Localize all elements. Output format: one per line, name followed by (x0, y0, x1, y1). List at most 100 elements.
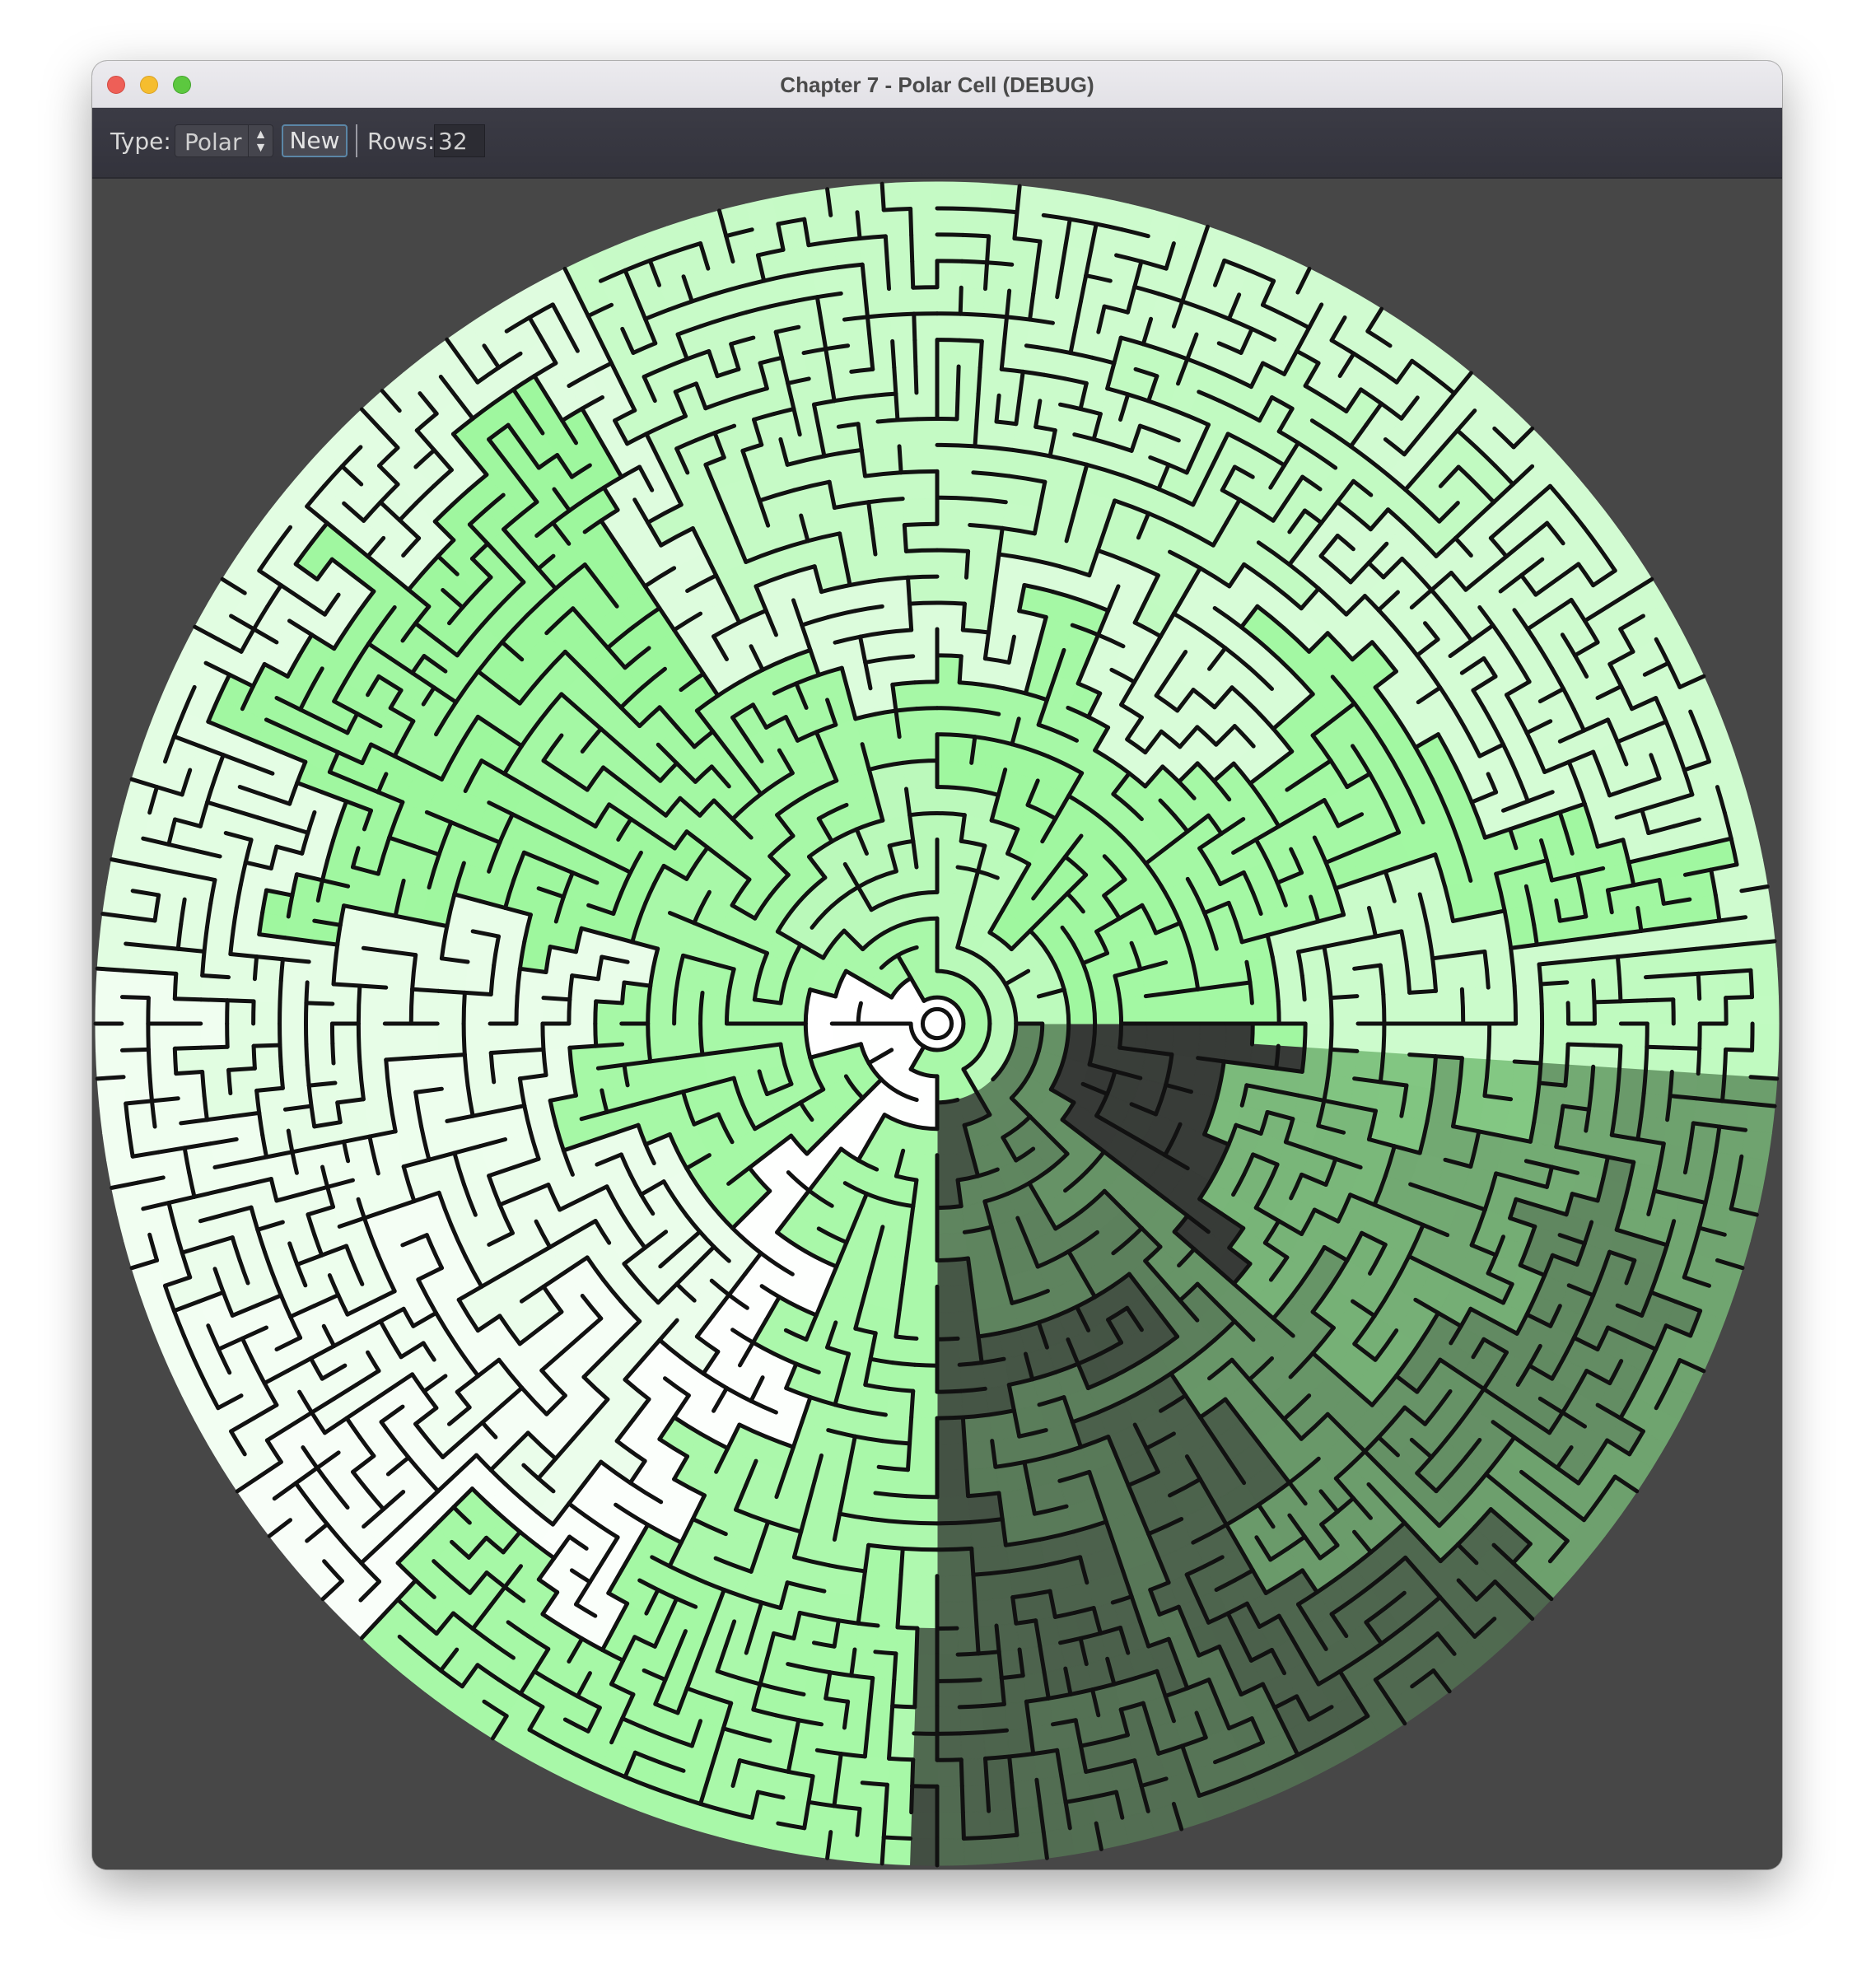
maze-cell (936, 655, 962, 684)
maze-cell (700, 992, 730, 1024)
maze-cell (174, 973, 203, 1001)
maze-wall (994, 393, 1001, 424)
maze-wall (540, 1021, 546, 1052)
maze-cell (936, 1574, 976, 1603)
maze-wall (1302, 1021, 1308, 1050)
maze-wall (897, 1572, 903, 1603)
maze-cell (888, 287, 915, 316)
maze-cell (871, 524, 907, 555)
maze-cell (1747, 1076, 1778, 1107)
maze-cell (936, 497, 973, 526)
maze-cell (674, 988, 703, 1024)
maze-cell (936, 339, 960, 367)
maze-cell (253, 1001, 281, 1024)
toolbar-separator (356, 124, 357, 157)
maze-cell (226, 1045, 255, 1071)
maze-cell (200, 1046, 230, 1073)
maze-cell (936, 1627, 959, 1656)
maze-cell (959, 656, 986, 685)
maze-wall (1117, 1021, 1124, 1050)
maze-cell (1514, 983, 1543, 1024)
maze-cell (121, 1023, 149, 1051)
maze-cell (121, 996, 149, 1024)
maze-cell (936, 1785, 963, 1813)
maze-cell (543, 1047, 573, 1076)
maze-wall (594, 999, 625, 1006)
type-select[interactable]: Polar ▲ ▼ (175, 124, 273, 157)
maze-cell (907, 1443, 938, 1472)
maze-wall (900, 1546, 940, 1552)
maze-cell (1643, 1069, 1673, 1097)
maze-cell (1356, 993, 1385, 1024)
maze-cell (898, 444, 938, 474)
maze-cell (1721, 1075, 1752, 1104)
maze-wall (1534, 1080, 1542, 1105)
maze-cell (1461, 987, 1491, 1024)
maze-wall (306, 1083, 314, 1108)
maze-cell (147, 971, 177, 1000)
new-maze-button[interactable]: New (282, 124, 348, 157)
maze-cell (1752, 1023, 1780, 1052)
maze-wall (935, 600, 967, 606)
maze-wall (567, 1045, 575, 1074)
maze-cell (1593, 1023, 1621, 1047)
maze-canvas[interactable] (92, 179, 1782, 1869)
maze-cell (226, 1023, 254, 1048)
maze-cell (886, 1757, 914, 1787)
maze-cell (359, 947, 390, 988)
maze-cell (961, 234, 990, 264)
maze-cell (911, 628, 938, 657)
maze-cell (936, 181, 965, 209)
maze-wall (912, 679, 940, 685)
maze-cell (1435, 1023, 1464, 1059)
maze-cell (1249, 978, 1279, 1004)
maze-wall (905, 575, 912, 606)
maze-cell (489, 1023, 518, 1054)
maze-wall (698, 1021, 705, 1057)
maze-cell (902, 1258, 938, 1287)
maze-cell (962, 1810, 991, 1840)
maze-cell (936, 786, 969, 816)
maze-cell (174, 1023, 202, 1049)
maze-cell (569, 1045, 599, 1072)
maze-wall (335, 1100, 343, 1125)
maze-cell (875, 1625, 898, 1654)
maze-cell (1304, 1023, 1332, 1050)
maze-wall (698, 990, 705, 1026)
rows-input[interactable] (434, 124, 485, 157)
maze-wall (515, 966, 522, 999)
maze-wall (1563, 1062, 1570, 1088)
maze-cell (936, 1416, 965, 1445)
maze-wall (1328, 1021, 1334, 1052)
maze-wall (902, 521, 940, 527)
maze-cell (1620, 1000, 1648, 1024)
maze-cell (884, 629, 914, 660)
maze-cell (916, 391, 938, 420)
maze-cell (202, 950, 231, 978)
maze-wall (902, 1520, 940, 1526)
maze-cell (910, 1812, 938, 1840)
maze-cell (982, 1729, 1010, 1759)
maze-wall (935, 785, 971, 791)
maze-cell (913, 1706, 938, 1734)
maze-wall (959, 1386, 987, 1393)
maze-cell (1567, 1001, 1595, 1024)
toolbar: Type: Polar ▲ ▼ New Rows: (92, 108, 1782, 179)
maze-wall (898, 469, 940, 475)
maze-cell (174, 1047, 203, 1075)
maze-cell (936, 1547, 974, 1577)
maze-cell (1223, 1023, 1253, 1066)
maze-wall (305, 1062, 311, 1088)
rows-label: Rows: (367, 128, 436, 155)
maze-cell (963, 1836, 993, 1865)
maze-cell (856, 1808, 886, 1838)
maze-cell (936, 1838, 965, 1866)
maze-cell (936, 366, 959, 394)
maze-cell (912, 1759, 938, 1787)
maze-cell (912, 1364, 938, 1393)
maze-cell (1593, 1001, 1621, 1024)
maze-cell (1699, 997, 1727, 1024)
maze-wall (873, 1650, 898, 1656)
type-label: Type: (110, 128, 171, 155)
maze-wall (914, 706, 940, 712)
